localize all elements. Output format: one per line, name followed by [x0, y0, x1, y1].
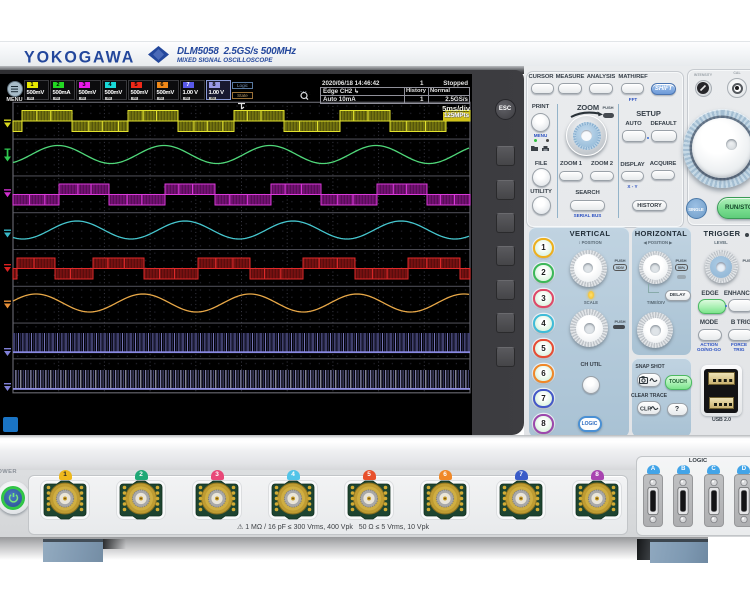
svg-text:CLR: CLR	[640, 406, 651, 412]
